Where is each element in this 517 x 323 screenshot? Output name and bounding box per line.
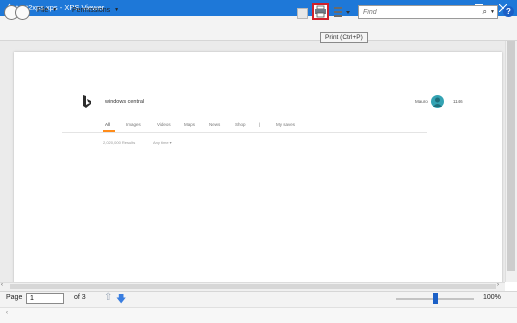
print-button[interactable] bbox=[312, 3, 329, 20]
search-query-text: windows central bbox=[105, 99, 145, 105]
tabs-divider bbox=[62, 132, 427, 133]
chevron-down-icon[interactable]: ▼ bbox=[490, 9, 495, 15]
tab-news: News bbox=[209, 122, 221, 127]
tab-separator: | bbox=[259, 122, 261, 127]
search-icon[interactable]: ⌕ bbox=[483, 7, 487, 17]
time-filter: Any time ▾ bbox=[153, 140, 172, 145]
rewards-count: 1146 bbox=[453, 99, 463, 104]
tab-maps: Maps bbox=[184, 122, 196, 127]
toolbar bbox=[0, 16, 517, 41]
permissions-menu-label: Permissions bbox=[72, 7, 111, 14]
chevron-down-icon: ▼ bbox=[52, 7, 58, 14]
tab-my-saves: My saves bbox=[276, 122, 296, 127]
tab-shop: Shop bbox=[235, 122, 246, 127]
document-outline-button[interactable] bbox=[297, 8, 308, 19]
page-label: Page bbox=[6, 294, 23, 301]
view-options-button[interactable] bbox=[333, 6, 355, 18]
page-number-input[interactable] bbox=[26, 293, 64, 304]
file-menu-label: File bbox=[37, 7, 49, 14]
forward-button[interactable] bbox=[15, 5, 30, 20]
printer-icon bbox=[315, 5, 326, 18]
find-input[interactable] bbox=[359, 6, 463, 18]
vertical-scroll-thumb[interactable] bbox=[507, 41, 515, 271]
results-count: 2,020,000 Results bbox=[103, 140, 136, 145]
user-name: Mauro bbox=[415, 99, 428, 104]
help-icon[interactable]: ? bbox=[503, 6, 514, 17]
zoom-slider-thumb[interactable] bbox=[433, 293, 438, 304]
tab-images: Images bbox=[126, 122, 141, 127]
avatar-icon bbox=[433, 97, 442, 107]
document-page bbox=[14, 52, 502, 284]
second-window-edge bbox=[0, 307, 517, 323]
find-box[interactable]: ⌕ ▼ bbox=[358, 5, 498, 19]
scroll-right-icon[interactable]: › bbox=[497, 282, 505, 291]
previous-page-icon[interactable]: ⇧ bbox=[104, 292, 112, 303]
avatar bbox=[431, 95, 444, 108]
tab-videos: Videos bbox=[157, 122, 171, 127]
chevron-down-icon: ▼ bbox=[114, 7, 120, 14]
print-tooltip: Print (Ctrl+P) bbox=[320, 32, 368, 43]
horizontal-scroll-thumb[interactable] bbox=[10, 284, 496, 289]
scroll-left-icon: ‹ bbox=[6, 310, 8, 316]
tab-all: All bbox=[105, 122, 111, 127]
file-menu[interactable]: File ▼ bbox=[37, 7, 57, 14]
bing-logo-icon bbox=[83, 95, 91, 108]
zoom-level: 100% bbox=[483, 294, 501, 301]
view-options-icon bbox=[334, 7, 350, 17]
page-total: of 3 bbox=[74, 294, 86, 301]
scroll-left-icon[interactable]: ‹ bbox=[1, 282, 9, 291]
permissions-menu[interactable]: Permissions ▼ bbox=[72, 7, 119, 14]
